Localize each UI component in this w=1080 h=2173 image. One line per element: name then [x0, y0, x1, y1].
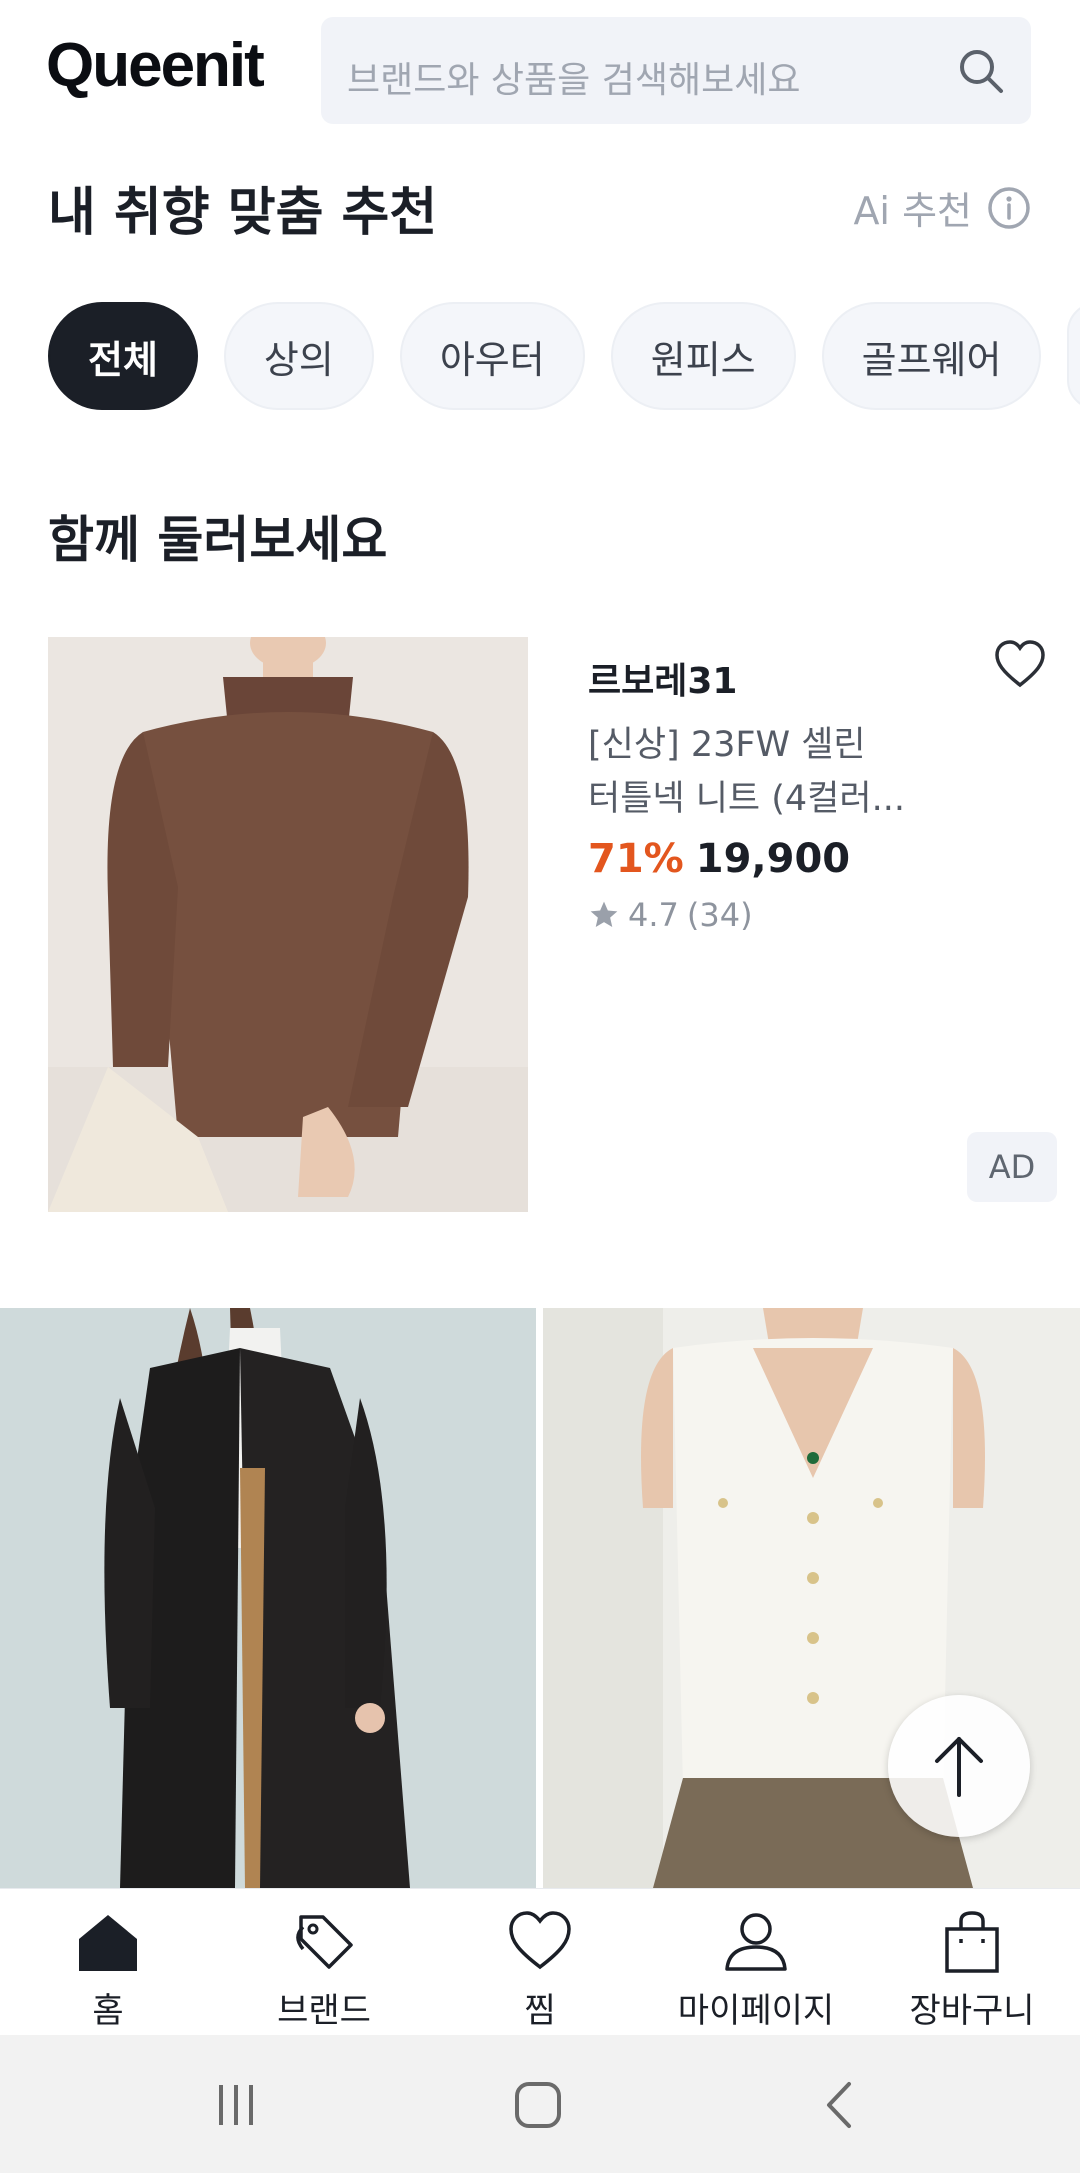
nav-cart[interactable]: 장바구니 [864, 1889, 1080, 2035]
product-image-turtleneck[interactable] [48, 637, 528, 1212]
nav-label-home: 홈 [92, 1991, 124, 2031]
chip-golfwear[interactable]: 골프웨어 [821, 302, 1042, 410]
chip-outer[interactable]: 아우터 [399, 302, 585, 410]
scroll-to-top-button[interactable] [888, 1695, 1030, 1837]
nav-label-mypage: 마이페이지 [677, 1991, 835, 2031]
product-rating: 4.7 (34) [588, 896, 1008, 934]
bottom-navigation: 홈 브랜드 찜 마이페이지 장바구니 [0, 1888, 1080, 2035]
nav-wishlist[interactable]: 찜 [432, 1889, 648, 2035]
nav-mypage[interactable]: 마이페이지 [648, 1889, 864, 2035]
product-brand: 르보레31 [588, 661, 738, 702]
discount-rate: 71% [588, 836, 684, 882]
product-price: 19,900 [695, 836, 851, 882]
wishlist-heart-icon[interactable] [992, 637, 1048, 693]
ad-product-info: 르보레31 [신상] 23FW 셀린 터틀넥 니트 (4컬러... 71% 19,… [588, 652, 1008, 934]
tag-icon [296, 1915, 353, 1969]
system-navigation-bar [0, 2035, 1080, 2173]
nav-home[interactable]: 홈 [0, 1889, 216, 2035]
review-count: (34) [686, 896, 753, 934]
category-chips: 전체 상의 아우터 원피스 골프웨어 [48, 302, 1080, 410]
bag-icon [945, 1911, 999, 1973]
search-placeholder[interactable]: 브랜드와 상품을 검색해보세요 [347, 51, 800, 103]
chip-tops[interactable]: 상의 [223, 302, 374, 410]
arrow-up-icon [935, 1737, 983, 1797]
nav-label-brand: 브랜드 [277, 1991, 371, 2031]
chip-dress[interactable]: 원피스 [610, 302, 796, 410]
ad-badge[interactable]: AD [967, 1132, 1057, 1202]
home-icon [79, 1915, 137, 1971]
nav-label-cart: 장바구니 [909, 1991, 1035, 2031]
queenit-logo[interactable]: Queenit [46, 30, 265, 101]
search-icon[interactable] [955, 45, 1007, 97]
section-title-browse: 함께 둘러보세요 [48, 511, 388, 569]
price-row: 71% 19,900 [588, 836, 1008, 882]
ai-recommend-label: Ai 추천 [853, 189, 972, 233]
star-icon [590, 901, 618, 927]
rating-score: 4.7 [628, 896, 679, 934]
home-button-icon[interactable] [513, 2080, 563, 2130]
product-name-line2: 터틀넥 니트 (4컬러... [588, 779, 905, 819]
chip-more[interactable] [1067, 302, 1080, 410]
search-bar[interactable]: 브랜드와 상품을 검색해보세요 [321, 17, 1031, 124]
nav-label-wishlist: 찜 [524, 1991, 556, 2031]
info-icon[interactable] [986, 185, 1032, 231]
back-icon[interactable] [815, 2080, 865, 2130]
nav-brand[interactable]: 브랜드 [216, 1889, 432, 2035]
ai-recommend-info[interactable]: Ai 추천 [853, 180, 1032, 235]
section-title-recommend: 내 취향 맞춤 추천 [48, 183, 438, 243]
ad-product-card[interactable]: 르보레31 [신상] 23FW 셀린 터틀넥 니트 (4컬러... 71% 19,… [48, 637, 1057, 1212]
recent-apps-icon[interactable] [211, 2080, 261, 2130]
product-name-line1: [신상] 23FW 셀린 [588, 725, 866, 765]
heart-icon [509, 1911, 571, 1970]
chip-all[interactable]: 전체 [48, 302, 198, 410]
app-header: Queenit 브랜드와 상품을 검색해보세요 [0, 0, 1080, 140]
user-icon [725, 1913, 787, 1971]
product-card-coat[interactable] [0, 1308, 536, 1888]
